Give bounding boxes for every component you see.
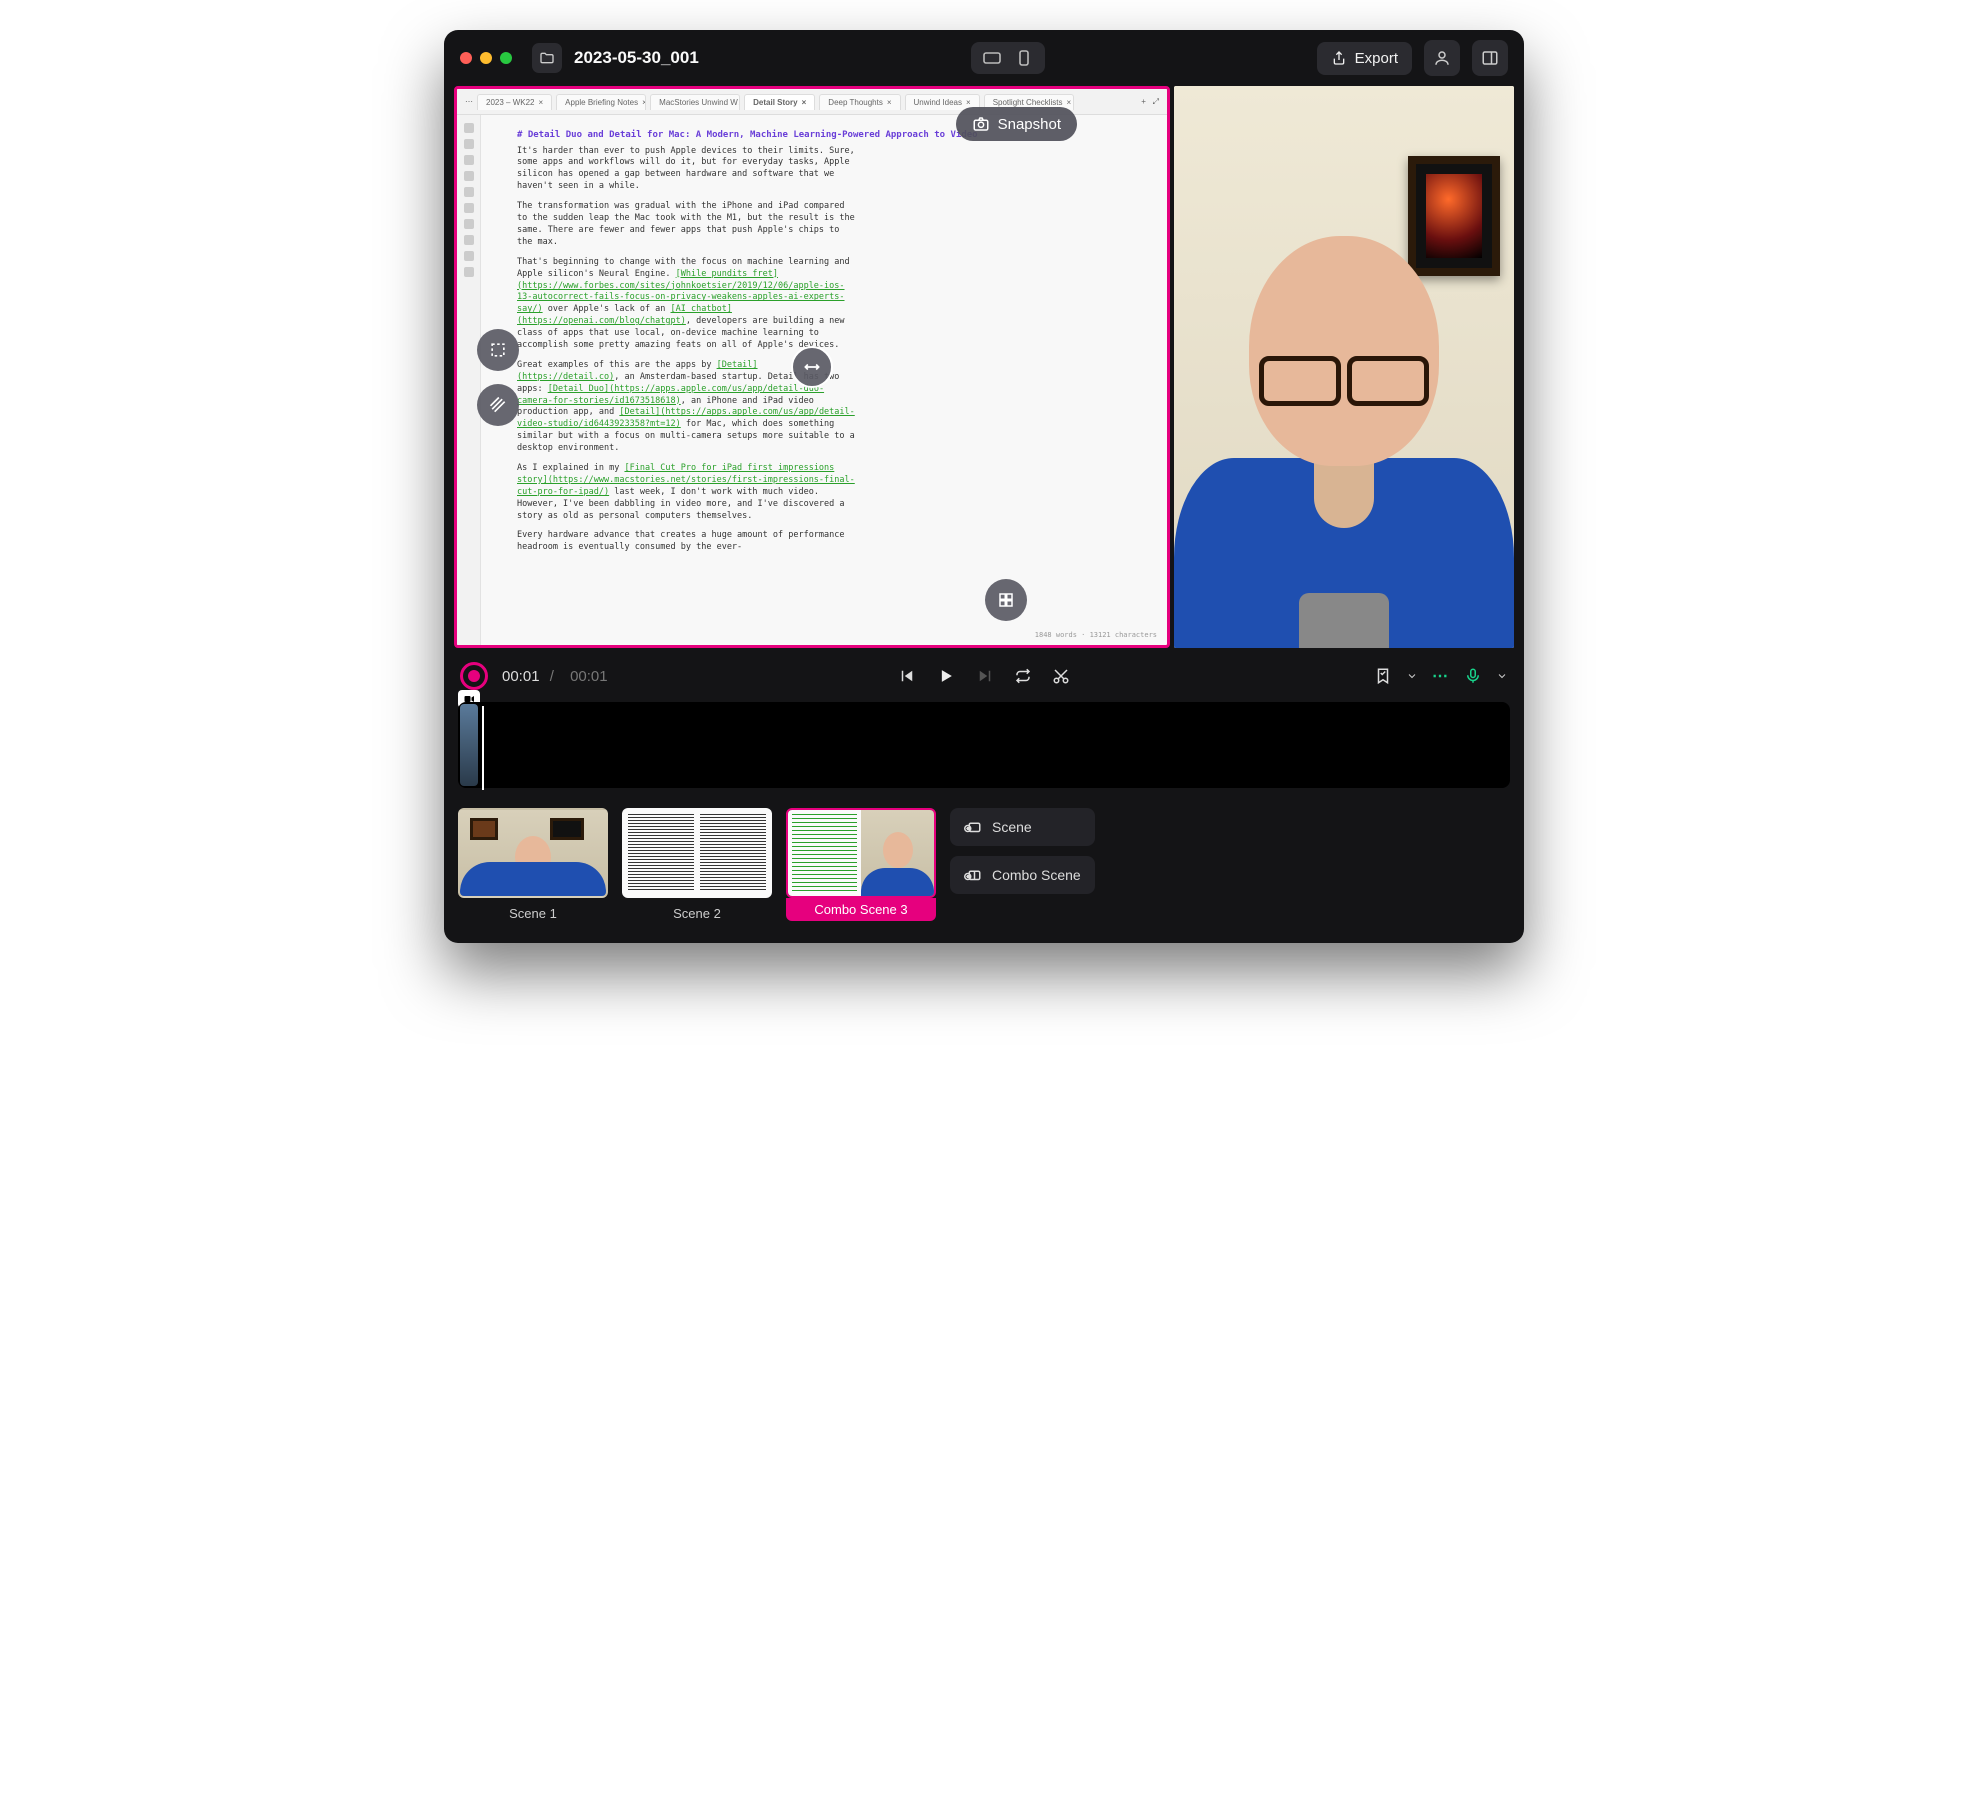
- time-display: 00:01 / 00:01: [502, 668, 614, 685]
- time-total: 00:01: [570, 668, 608, 685]
- scene-label: Combo Scene 3: [786, 898, 936, 921]
- export-label: Export: [1355, 50, 1398, 67]
- project-title: 2023-05-30_001: [574, 48, 699, 68]
- app-window: 2023-05-30_001 Export ⋯ 2023 – WK22×: [444, 30, 1524, 943]
- account-button[interactable]: [1424, 40, 1460, 76]
- project-folder-button[interactable]: [532, 43, 562, 73]
- camera-pane[interactable]: [1174, 86, 1514, 648]
- cut-button[interactable]: [1052, 667, 1070, 685]
- scene-thumbnail: [458, 808, 608, 898]
- add-combo-scene-button[interactable]: Combo Scene: [950, 856, 1095, 894]
- fullscreen-window-button[interactable]: [500, 52, 512, 64]
- person-icon: [1433, 49, 1451, 67]
- scene-thumbnail: [786, 808, 936, 898]
- bookmark-dropdown[interactable]: [1406, 670, 1418, 682]
- scene-item-selected[interactable]: Combo Scene 3: [786, 808, 936, 921]
- loop-button[interactable]: [1014, 667, 1032, 685]
- scene-thumbnail: [622, 808, 772, 898]
- window-controls: [460, 52, 512, 64]
- webcam-feed: [1174, 86, 1514, 648]
- add-combo-icon: [964, 866, 982, 884]
- doc-tab[interactable]: 2023 – WK22×: [477, 94, 552, 110]
- preview-area: ⋯ 2023 – WK22× Apple Briefing Notes× Mac…: [444, 86, 1524, 648]
- doc-tab[interactable]: MacStories Unwind W…×: [650, 94, 740, 110]
- scene-item[interactable]: Scene 1: [458, 808, 608, 921]
- swap-sources-button[interactable]: [791, 346, 833, 388]
- scene-label: Scene 2: [622, 906, 772, 921]
- bookmark-button[interactable]: [1374, 667, 1392, 685]
- doc-tab-active[interactable]: Detail Story×: [744, 94, 815, 110]
- time-current: 00:01: [502, 668, 540, 685]
- microphone-button[interactable]: [1464, 667, 1482, 685]
- skip-forward-button[interactable]: [976, 667, 994, 685]
- doc-tab[interactable]: Apple Briefing Notes×: [556, 94, 646, 110]
- scene-strip: Scene 1 Scene 2 Combo Scene 3 Scene Comb…: [444, 788, 1524, 943]
- sidebar-toggle-button[interactable]: [1472, 40, 1508, 76]
- add-scene-icon: [964, 818, 982, 836]
- chevron-down-icon: [1496, 670, 1508, 682]
- selection-icon: [488, 340, 508, 360]
- skip-back-button[interactable]: [898, 667, 916, 685]
- annotate-tool-button[interactable]: [477, 384, 519, 426]
- scene-item[interactable]: Scene 2: [622, 808, 772, 921]
- add-scene-button[interactable]: Scene: [950, 808, 1095, 846]
- more-button[interactable]: ⋯: [1432, 666, 1450, 686]
- doc-footer-stats: 1848 words · 13121 characters: [1035, 631, 1157, 641]
- layout-grid-button[interactable]: [985, 579, 1027, 621]
- screen-share-pane[interactable]: ⋯ 2023 – WK22× Apple Briefing Notes× Mac…: [454, 86, 1170, 648]
- portrait-preview-icon[interactable]: [1013, 47, 1035, 69]
- device-preview-segmented[interactable]: [971, 42, 1045, 74]
- transport-bar: 00:01 / 00:01: [444, 648, 1524, 696]
- titlebar: 2023-05-30_001 Export: [444, 30, 1524, 86]
- landscape-preview-icon[interactable]: [981, 47, 1003, 69]
- playhead-line: [482, 706, 484, 790]
- panel-icon: [1481, 49, 1499, 67]
- microphone-dropdown[interactable]: [1496, 670, 1508, 682]
- snapshot-button[interactable]: Snapshot: [956, 107, 1077, 141]
- scene-label: Scene 1: [458, 906, 608, 921]
- timeline-track[interactable]: [458, 702, 1510, 788]
- record-button[interactable]: [460, 662, 488, 690]
- selection-tool-button[interactable]: [477, 329, 519, 371]
- grid-icon: [997, 591, 1015, 609]
- minimize-window-button[interactable]: [480, 52, 492, 64]
- export-button[interactable]: Export: [1317, 42, 1412, 75]
- swap-icon: [802, 357, 822, 377]
- doc-tab[interactable]: Deep Thoughts×: [819, 94, 900, 110]
- chevron-down-icon: [1406, 670, 1418, 682]
- share-icon: [1331, 50, 1347, 66]
- camera-icon: [972, 115, 990, 133]
- close-window-button[interactable]: [460, 52, 472, 64]
- play-button[interactable]: [936, 666, 956, 686]
- clip-thumbnail[interactable]: [460, 704, 478, 786]
- hatch-icon: [488, 395, 508, 415]
